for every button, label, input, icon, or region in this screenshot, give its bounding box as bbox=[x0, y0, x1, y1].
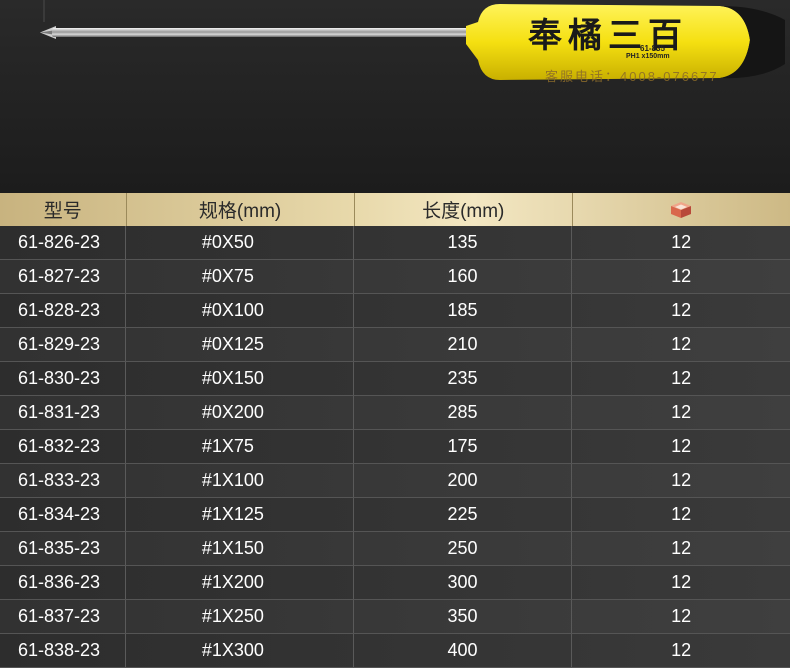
hero-edge-line bbox=[43, 0, 45, 22]
cell-spec: #0X125 bbox=[126, 328, 354, 361]
cell-length: 200 bbox=[354, 464, 573, 497]
cell-spec: #0X75 bbox=[126, 260, 354, 293]
cell-length: 185 bbox=[354, 294, 573, 327]
box-icon bbox=[671, 201, 692, 218]
table-row: 61-833-23 #1X100 200 12 bbox=[0, 464, 790, 498]
cell-quantity: 12 bbox=[671, 368, 692, 388]
cell-model: 61-833-23 bbox=[0, 464, 126, 497]
table-row: 61-836-23 #1X200 300 12 bbox=[0, 566, 790, 600]
cell-quantity: 12 bbox=[671, 606, 692, 626]
spec-table: 型号 规格(mm) 长度(mm) 61-826-23 #0X50 135 12 61-8… bbox=[0, 193, 790, 668]
cell-model: 61-830-23 bbox=[0, 362, 126, 395]
table-row: 61-827-23 #0X75 160 12 bbox=[0, 260, 790, 294]
handle-model-tag: 61-835 bbox=[640, 44, 665, 53]
cell-length: 400 bbox=[354, 634, 573, 667]
cell-model: 61-831-23 bbox=[0, 396, 126, 429]
table-row: 61-831-23 #0X200 285 12 bbox=[0, 396, 790, 430]
cell-quantity: 12 bbox=[671, 504, 692, 524]
header-quantity bbox=[573, 193, 790, 226]
cell-model: 61-832-23 bbox=[0, 430, 126, 463]
cell-length: 235 bbox=[354, 362, 573, 395]
cell-quantity: 12 bbox=[671, 334, 692, 354]
cell-length: 225 bbox=[354, 498, 573, 531]
cell-model: 61-826-23 bbox=[0, 226, 126, 259]
product-hero: 奉橘三百 61-835 PH1 x150mm 客服电话：4008-076677 bbox=[0, 0, 790, 193]
cell-length: 160 bbox=[354, 260, 573, 293]
table-row: 61-830-23 #0X150 235 12 bbox=[0, 362, 790, 396]
screwdriver-shaft bbox=[52, 28, 470, 37]
table-row: 61-828-23 #0X100 185 12 bbox=[0, 294, 790, 328]
cell-quantity: 12 bbox=[671, 470, 692, 490]
cell-spec: #1X250 bbox=[126, 600, 354, 633]
cell-quantity: 12 bbox=[671, 402, 692, 422]
cell-spec: #0X150 bbox=[126, 362, 354, 395]
cell-length: 285 bbox=[354, 396, 573, 429]
header-model: 型号 bbox=[0, 193, 127, 226]
cell-quantity: 12 bbox=[671, 640, 692, 660]
cell-model: 61-834-23 bbox=[0, 498, 126, 531]
cell-length: 175 bbox=[354, 430, 573, 463]
cell-quantity: 12 bbox=[671, 300, 692, 320]
cell-length: 250 bbox=[354, 532, 573, 565]
cell-length: 135 bbox=[354, 226, 573, 259]
cell-model: 61-836-23 bbox=[0, 566, 126, 599]
handle-spec-tag: PH1 x150mm bbox=[626, 53, 670, 60]
cell-model: 61-829-23 bbox=[0, 328, 126, 361]
cell-quantity: 12 bbox=[671, 266, 692, 286]
cell-spec: #0X200 bbox=[126, 396, 354, 429]
cell-length: 210 bbox=[354, 328, 573, 361]
cell-spec: #0X100 bbox=[126, 294, 354, 327]
cell-quantity: 12 bbox=[671, 572, 692, 592]
table-row: 61-832-23 #1X75 175 12 bbox=[0, 430, 790, 464]
cell-spec: #1X150 bbox=[126, 532, 354, 565]
cell-spec: #1X200 bbox=[126, 566, 354, 599]
cell-quantity: 12 bbox=[671, 436, 692, 456]
cell-spec: #1X100 bbox=[126, 464, 354, 497]
table-header: 型号 规格(mm) 长度(mm) bbox=[0, 193, 790, 226]
table-row: 61-826-23 #0X50 135 12 bbox=[0, 226, 790, 260]
table-row: 61-835-23 #1X150 250 12 bbox=[0, 532, 790, 566]
cell-length: 350 bbox=[354, 600, 573, 633]
cell-length: 300 bbox=[354, 566, 573, 599]
service-phone-watermark: 客服电话：4008-076677 bbox=[545, 69, 719, 84]
cell-model: 61-828-23 bbox=[0, 294, 126, 327]
cell-spec: #1X75 bbox=[126, 430, 354, 463]
cell-quantity: 12 bbox=[671, 538, 692, 558]
cell-quantity: 12 bbox=[671, 232, 692, 252]
table-row: 61-838-23 #1X300 400 12 bbox=[0, 634, 790, 668]
cell-model: 61-838-23 bbox=[0, 634, 126, 667]
table-row: 61-834-23 #1X125 225 12 bbox=[0, 498, 790, 532]
table-row: 61-829-23 #0X125 210 12 bbox=[0, 328, 790, 362]
cell-spec: #1X300 bbox=[126, 634, 354, 667]
cell-model: 61-835-23 bbox=[0, 532, 126, 565]
header-length: 长度(mm) bbox=[355, 193, 573, 226]
cell-spec: #1X125 bbox=[126, 498, 354, 531]
cell-model: 61-837-23 bbox=[0, 600, 126, 633]
cell-model: 61-827-23 bbox=[0, 260, 126, 293]
header-spec: 规格(mm) bbox=[127, 193, 355, 226]
table-row: 61-837-23 #1X250 350 12 bbox=[0, 600, 790, 634]
table-body: 61-826-23 #0X50 135 12 61-827-23 #0X75 160 12 61… bbox=[0, 226, 790, 668]
cell-spec: #0X50 bbox=[126, 226, 354, 259]
